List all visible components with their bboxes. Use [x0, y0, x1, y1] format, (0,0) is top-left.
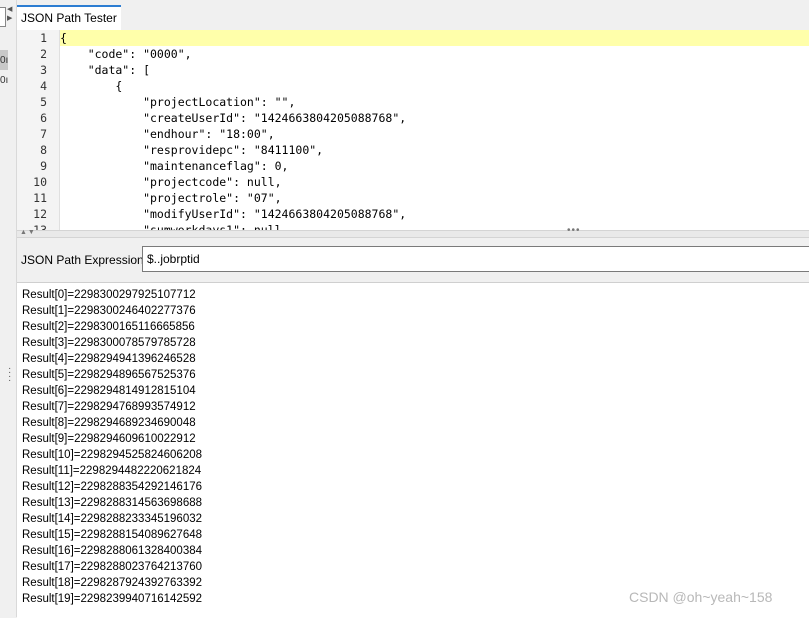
- result-line: Result[17]=2298288023764213760: [22, 561, 203, 573]
- result-line: Result[4]=2298294941396246528: [22, 353, 196, 365]
- panel-collapse-arrows-icon[interactable]: ◀ ▶: [7, 5, 12, 23]
- line-number: 2: [40, 47, 47, 61]
- line-number: 11: [33, 191, 47, 205]
- line-code: {: [60, 31, 67, 45]
- result-line: Result[18]=2298287924392763392: [22, 577, 203, 589]
- result-line: Result[19]=2298239940716142592: [22, 593, 203, 605]
- result-line: Result[8]=2298294689234690048: [22, 417, 196, 429]
- result-line: Result[13]=2298288314563698688: [22, 497, 203, 509]
- splitter-arrows-icon[interactable]: ▲▼: [20, 229, 36, 236]
- result-line: Result[12]=2298288354292146176: [22, 481, 203, 493]
- result-line: Result[7]=2298294768993574912: [22, 401, 196, 413]
- line-code: "code": "0000",: [60, 47, 192, 61]
- line-code: {: [60, 79, 123, 93]
- line-code: "createUserId": "1424663804205088768",: [60, 111, 407, 125]
- result-line: Result[6]=2298294814912815104: [22, 385, 196, 397]
- result-line: Result[0]=2298300297925107712: [22, 289, 196, 301]
- left-side-panel: ◀ ▶ 0ı 0ı · · · ·: [0, 0, 17, 617]
- line-number: 9: [40, 159, 47, 173]
- line-number: 1: [40, 31, 47, 45]
- result-line: Result[9]=2298294609610022912: [22, 433, 196, 445]
- result-line: Result[3]=2298300078579785728: [22, 337, 196, 349]
- watermark: CSDN @oh~yeah~158: [629, 589, 773, 605]
- panel-item-label: 0ı: [0, 75, 9, 86]
- results-panel: Result[0]=2298300297925107712 Result[1]=2…: [17, 282, 809, 618]
- line-code: "data": [: [60, 63, 151, 77]
- line-code: "endhour": "18:00",: [60, 127, 275, 141]
- panel-resize-grip-icon[interactable]: · · · ·: [8, 364, 12, 386]
- expression-label: JSON Path Expression: [21, 253, 144, 267]
- result-line: Result[11]=2298294482220621824: [22, 465, 202, 477]
- line-code: "projectcode": null,: [60, 175, 282, 189]
- splitter-grip-icon[interactable]: •••: [567, 225, 581, 236]
- result-line: Result[5]=2298294896567525376: [22, 369, 196, 381]
- line-code: "projectLocation": "",: [60, 95, 296, 109]
- current-line-highlight: [60, 30, 809, 46]
- line-code: "projectrole": "07",: [60, 191, 282, 205]
- line-number: 12: [33, 207, 47, 221]
- line-number: 6: [40, 111, 47, 125]
- json-editor[interactable]: 1 {2 "code": "0000", 3 "data": [ 4 {5 "proj…: [17, 30, 809, 230]
- result-line: Result[14]=2298288233345196032: [22, 513, 203, 525]
- line-number: 10: [33, 175, 47, 189]
- json-path-expression-input[interactable]: [142, 246, 809, 272]
- panel-tool-icon[interactable]: [0, 7, 6, 27]
- line-number: 5: [40, 95, 47, 109]
- line-number: 7: [40, 127, 47, 141]
- line-number: 3: [40, 63, 47, 77]
- result-line: Result[15]=2298288154089627648: [22, 529, 203, 541]
- line-code: "maintenanceflag": 0,: [60, 159, 289, 173]
- line-code: "modifyUserId": "1424663804205088768",: [60, 207, 407, 221]
- line-code: "resprovidepc": "8411100",: [60, 143, 324, 157]
- expression-row: JSON Path Expression: [17, 238, 809, 282]
- result-line: Result[10]=2298294525824606208: [22, 449, 203, 461]
- result-line: Result[1]=2298300246402277376: [22, 305, 196, 317]
- line-code: "sumworkdays1": null,: [60, 223, 289, 230]
- pane-splitter[interactable]: ▲▼ •••: [17, 225, 809, 238]
- panel-item-label: 0ı: [0, 55, 9, 66]
- result-line: Result[16]=2298288061328400384: [22, 545, 203, 557]
- result-line: Result[2]=2298300165116665856: [22, 321, 195, 333]
- line-number: 8: [40, 143, 47, 157]
- tab-json-path-tester[interactable]: JSON Path Tester: [17, 5, 121, 30]
- line-number: 4: [40, 79, 47, 93]
- tab-bar: JSON Path Tester: [17, 0, 809, 31]
